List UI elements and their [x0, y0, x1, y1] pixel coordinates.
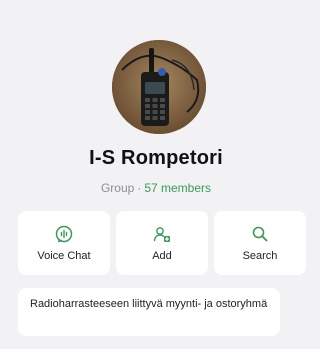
- group-type-label: Group: [100, 181, 135, 195]
- search-icon: [250, 224, 270, 244]
- voice-chat-button[interactable]: Voice Chat: [18, 211, 110, 275]
- walkie-talkie-photo: [112, 40, 206, 134]
- subtitle-separator: ·: [137, 181, 142, 195]
- group-description: Radioharrasteeseen liittyvä myynti- ja o…: [18, 288, 280, 336]
- search-label: Search: [242, 250, 278, 262]
- group-title: I-S Rompetori: [89, 147, 223, 169]
- group-info-page: I-S Rompetori Group · 57 members Voice Cha…: [0, 0, 312, 349]
- add-label: Add: [152, 250, 172, 262]
- voice-chat-label: Voice Chat: [37, 250, 91, 262]
- action-buttons-row: Voice Chat Add Search: [18, 211, 306, 275]
- group-avatar[interactable]: [112, 40, 206, 134]
- add-button[interactable]: Add: [116, 211, 208, 275]
- group-subtitle: Group · 57 members: [0, 181, 312, 195]
- add-member-icon: [152, 224, 172, 244]
- voice-chat-icon: [54, 224, 74, 244]
- search-button[interactable]: Search: [214, 211, 306, 275]
- members-count-link[interactable]: 57 members: [144, 181, 211, 195]
